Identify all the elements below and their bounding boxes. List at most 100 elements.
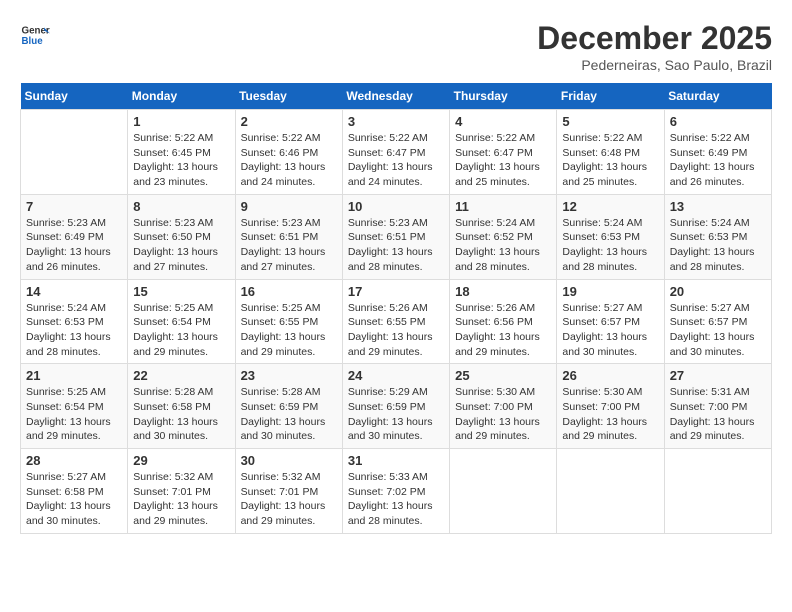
day-number: 20 (670, 284, 766, 299)
day-number: 9 (241, 199, 337, 214)
day-info: Sunrise: 5:27 AM Sunset: 6:58 PM Dayligh… (26, 470, 122, 529)
calendar-row: 21Sunrise: 5:25 AM Sunset: 6:54 PM Dayli… (21, 364, 772, 449)
calendar-row: 1 Sunrise: 5:22 AM Sunset: 6:45 PM Daylig… (21, 110, 772, 195)
day-number: 6 (670, 114, 766, 129)
day-info: Sunrise: 5:28 AM Sunset: 6:58 PM Dayligh… (133, 385, 229, 444)
calendar-cell: 11Sunrise: 5:24 AM Sunset: 6:52 PM Dayli… (450, 194, 557, 279)
day-info: Sunrise: 5:24 AM Sunset: 6:53 PM Dayligh… (26, 301, 122, 360)
calendar-cell: 30Sunrise: 5:32 AM Sunset: 7:01 PM Dayli… (235, 449, 342, 534)
weekday-header: Saturday (664, 83, 771, 110)
calendar-cell: 18 Sunrise: 5:26 AM Sunset: 6:56 PM Dayli… (450, 279, 557, 364)
day-info: Sunrise: 5:27 AM Sunset: 6:57 PM Dayligh… (670, 301, 766, 360)
day-info: Sunrise: 5:31 AM Sunset: 7:00 PM Dayligh… (670, 385, 766, 444)
day-info: Sunrise: 5:25 AM Sunset: 6:55 PM Dayligh… (241, 301, 337, 360)
month-title: December 2025 (537, 20, 772, 57)
day-info: Sunrise: 5:26 AM Sunset: 6:55 PM Dayligh… (348, 301, 444, 360)
calendar-cell: 17 Sunrise: 5:26 AM Sunset: 6:55 PM Dayli… (342, 279, 449, 364)
day-number: 26 (562, 368, 658, 383)
calendar-cell: 1 Sunrise: 5:22 AM Sunset: 6:45 PM Daylig… (128, 110, 235, 195)
day-info: Sunrise: 5:29 AM Sunset: 6:59 PM Dayligh… (348, 385, 444, 444)
day-info: Sunrise: 5:23 AM Sunset: 6:50 PM Dayligh… (133, 216, 229, 275)
calendar-cell: 5 Sunrise: 5:22 AM Sunset: 6:48 PM Daylig… (557, 110, 664, 195)
calendar-cell (21, 110, 128, 195)
calendar-cell (557, 449, 664, 534)
calendar-cell: 20 Sunrise: 5:27 AM Sunset: 6:57 PM Dayli… (664, 279, 771, 364)
day-info: Sunrise: 5:22 AM Sunset: 6:47 PM Dayligh… (455, 131, 551, 190)
weekday-header: Wednesday (342, 83, 449, 110)
calendar-cell: 25 Sunrise: 5:30 AM Sunset: 7:00 PM Dayli… (450, 364, 557, 449)
calendar-cell: 6 Sunrise: 5:22 AM Sunset: 6:49 PM Daylig… (664, 110, 771, 195)
day-number: 3 (348, 114, 444, 129)
day-info: Sunrise: 5:22 AM Sunset: 6:49 PM Dayligh… (670, 131, 766, 190)
day-number: 14 (26, 284, 122, 299)
day-number: 16 (241, 284, 337, 299)
day-info: Sunrise: 5:24 AM Sunset: 6:53 PM Dayligh… (670, 216, 766, 275)
calendar-cell (664, 449, 771, 534)
calendar-cell: 22Sunrise: 5:28 AM Sunset: 6:58 PM Dayli… (128, 364, 235, 449)
day-info: Sunrise: 5:22 AM Sunset: 6:48 PM Dayligh… (562, 131, 658, 190)
calendar-cell (450, 449, 557, 534)
day-number: 4 (455, 114, 551, 129)
day-number: 5 (562, 114, 658, 129)
calendar-cell: 24 Sunrise: 5:29 AM Sunset: 6:59 PM Dayli… (342, 364, 449, 449)
day-number: 11 (455, 199, 551, 214)
weekday-header: Tuesday (235, 83, 342, 110)
day-info: Sunrise: 5:23 AM Sunset: 6:51 PM Dayligh… (241, 216, 337, 275)
calendar-cell: 15Sunrise: 5:25 AM Sunset: 6:54 PM Dayli… (128, 279, 235, 364)
calendar-cell: 27 Sunrise: 5:31 AM Sunset: 7:00 PM Dayli… (664, 364, 771, 449)
day-info: Sunrise: 5:27 AM Sunset: 6:57 PM Dayligh… (562, 301, 658, 360)
day-number: 29 (133, 453, 229, 468)
calendar-cell: 13 Sunrise: 5:24 AM Sunset: 6:53 PM Dayli… (664, 194, 771, 279)
day-info: Sunrise: 5:26 AM Sunset: 6:56 PM Dayligh… (455, 301, 551, 360)
page-header: General Blue December 2025 Pederneiras, … (20, 20, 772, 73)
day-info: Sunrise: 5:22 AM Sunset: 6:45 PM Dayligh… (133, 131, 229, 190)
day-info: Sunrise: 5:22 AM Sunset: 6:47 PM Dayligh… (348, 131, 444, 190)
location: Pederneiras, Sao Paulo, Brazil (537, 57, 772, 73)
day-number: 1 (133, 114, 229, 129)
day-number: 7 (26, 199, 122, 214)
day-info: Sunrise: 5:32 AM Sunset: 7:01 PM Dayligh… (133, 470, 229, 529)
calendar-cell: 7 Sunrise: 5:23 AM Sunset: 6:49 PM Daylig… (21, 194, 128, 279)
calendar-cell: 23Sunrise: 5:28 AM Sunset: 6:59 PM Dayli… (235, 364, 342, 449)
day-number: 18 (455, 284, 551, 299)
calendar-cell: 31Sunrise: 5:33 AM Sunset: 7:02 PM Dayli… (342, 449, 449, 534)
day-info: Sunrise: 5:30 AM Sunset: 7:00 PM Dayligh… (455, 385, 551, 444)
calendar-cell: 2 Sunrise: 5:22 AM Sunset: 6:46 PM Daylig… (235, 110, 342, 195)
day-info: Sunrise: 5:23 AM Sunset: 6:51 PM Dayligh… (348, 216, 444, 275)
day-number: 15 (133, 284, 229, 299)
title-block: December 2025 Pederneiras, Sao Paulo, Br… (537, 20, 772, 73)
weekday-header: Monday (128, 83, 235, 110)
calendar-cell: 21Sunrise: 5:25 AM Sunset: 6:54 PM Dayli… (21, 364, 128, 449)
weekday-header-row: SundayMondayTuesdayWednesdayThursdayFrid… (21, 83, 772, 110)
calendar-cell: 26Sunrise: 5:30 AM Sunset: 7:00 PM Dayli… (557, 364, 664, 449)
calendar-cell: 19 Sunrise: 5:27 AM Sunset: 6:57 PM Dayli… (557, 279, 664, 364)
day-number: 2 (241, 114, 337, 129)
day-info: Sunrise: 5:28 AM Sunset: 6:59 PM Dayligh… (241, 385, 337, 444)
day-number: 8 (133, 199, 229, 214)
day-number: 13 (670, 199, 766, 214)
day-number: 30 (241, 453, 337, 468)
calendar-row: 28Sunrise: 5:27 AM Sunset: 6:58 PM Dayli… (21, 449, 772, 534)
day-info: Sunrise: 5:22 AM Sunset: 6:46 PM Dayligh… (241, 131, 337, 190)
weekday-header: Friday (557, 83, 664, 110)
logo-icon: General Blue (20, 20, 50, 50)
calendar-cell: 9 Sunrise: 5:23 AM Sunset: 6:51 PM Daylig… (235, 194, 342, 279)
logo: General Blue (20, 20, 50, 50)
calendar-row: 14 Sunrise: 5:24 AM Sunset: 6:53 PM Dayli… (21, 279, 772, 364)
calendar-row: 7 Sunrise: 5:23 AM Sunset: 6:49 PM Daylig… (21, 194, 772, 279)
calendar-cell: 4 Sunrise: 5:22 AM Sunset: 6:47 PM Daylig… (450, 110, 557, 195)
day-info: Sunrise: 5:23 AM Sunset: 6:49 PM Dayligh… (26, 216, 122, 275)
day-info: Sunrise: 5:25 AM Sunset: 6:54 PM Dayligh… (26, 385, 122, 444)
day-number: 25 (455, 368, 551, 383)
calendar-cell: 28Sunrise: 5:27 AM Sunset: 6:58 PM Dayli… (21, 449, 128, 534)
day-number: 17 (348, 284, 444, 299)
calendar-cell: 29 Sunrise: 5:32 AM Sunset: 7:01 PM Dayli… (128, 449, 235, 534)
day-number: 31 (348, 453, 444, 468)
day-number: 19 (562, 284, 658, 299)
calendar-cell: 10Sunrise: 5:23 AM Sunset: 6:51 PM Dayli… (342, 194, 449, 279)
weekday-header: Thursday (450, 83, 557, 110)
day-number: 27 (670, 368, 766, 383)
calendar-cell: 12Sunrise: 5:24 AM Sunset: 6:53 PM Dayli… (557, 194, 664, 279)
weekday-header: Sunday (21, 83, 128, 110)
day-number: 24 (348, 368, 444, 383)
